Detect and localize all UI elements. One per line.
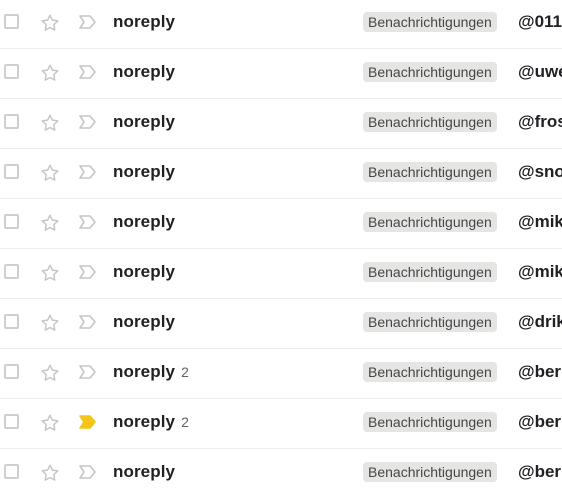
sender-name: noreply (113, 262, 181, 282)
email-subject: @mik (518, 212, 562, 231)
email-subject: @sno (518, 162, 562, 181)
thread-count: 2 (181, 364, 189, 380)
email-row[interactable]: noreply Benachrichtigungen @fros (0, 100, 562, 149)
email-row[interactable]: noreply Benachrichtigungen @drik (0, 300, 562, 349)
star-icon[interactable] (39, 112, 61, 134)
label-chip[interactable]: Benachrichtigungen (363, 312, 497, 332)
label-chip[interactable]: Benachrichtigungen (363, 462, 497, 482)
select-checkbox[interactable] (4, 14, 19, 29)
email-row[interactable]: noreply Benachrichtigungen @mik (0, 200, 562, 249)
email-row[interactable]: noreply 2 Benachrichtigungen @ber (0, 350, 562, 399)
email-row[interactable]: noreply Benachrichtigungen @ber (0, 450, 562, 497)
email-subject: @drik (518, 312, 562, 331)
important-marker-icon[interactable] (78, 114, 98, 130)
sender-name: noreply (113, 62, 181, 82)
important-marker-icon[interactable] (78, 364, 98, 380)
select-checkbox[interactable] (4, 414, 19, 429)
sender-text: noreply (113, 412, 176, 431)
select-checkbox[interactable] (4, 364, 19, 379)
email-subject: @ber (518, 412, 562, 431)
sender-text: noreply (113, 112, 176, 131)
star-icon[interactable] (39, 12, 61, 34)
sender-name: noreply (113, 462, 181, 482)
important-marker-icon[interactable] (78, 264, 98, 280)
sender-text: noreply (113, 462, 176, 481)
label-chip[interactable]: Benachrichtigungen (363, 12, 497, 32)
sender-name: noreply 2 (113, 362, 189, 382)
email-subject: @fros (518, 112, 562, 131)
email-subject: @ber (518, 362, 562, 381)
label-chip[interactable]: Benachrichtigungen (363, 262, 497, 282)
email-subject: @uwe (518, 62, 562, 81)
select-checkbox[interactable] (4, 114, 19, 129)
sender-text: noreply (113, 162, 176, 181)
select-checkbox[interactable] (4, 264, 19, 279)
label-chip[interactable]: Benachrichtigungen (363, 62, 497, 82)
email-row[interactable]: noreply Benachrichtigungen @mik (0, 250, 562, 299)
sender-name: noreply (113, 312, 181, 332)
star-icon[interactable] (39, 62, 61, 84)
email-subject: @011 (518, 12, 562, 31)
star-icon[interactable] (39, 362, 61, 384)
email-subject: @ber (518, 462, 562, 481)
email-row[interactable]: noreply Benachrichtigungen @011 (0, 0, 562, 49)
select-checkbox[interactable] (4, 314, 19, 329)
select-checkbox[interactable] (4, 214, 19, 229)
select-checkbox[interactable] (4, 164, 19, 179)
sender-text: noreply (113, 262, 176, 281)
sender-name: noreply (113, 212, 181, 232)
star-icon[interactable] (39, 312, 61, 334)
important-marker-icon[interactable] (78, 64, 98, 80)
select-checkbox[interactable] (4, 464, 19, 479)
star-icon[interactable] (39, 262, 61, 284)
star-icon[interactable] (39, 162, 61, 184)
important-marker-icon[interactable] (78, 14, 98, 30)
sender-name: noreply (113, 112, 181, 132)
sender-text: noreply (113, 12, 176, 31)
important-marker-icon[interactable] (78, 464, 98, 480)
star-icon[interactable] (39, 462, 61, 484)
email-list: noreply Benachrichtigungen @011 noreply Bena… (0, 0, 562, 497)
thread-count: 2 (181, 414, 189, 430)
email-row[interactable]: noreply Benachrichtigungen @sno (0, 150, 562, 199)
important-marker-icon[interactable] (78, 214, 98, 230)
sender-name: noreply (113, 12, 181, 32)
label-chip[interactable]: Benachrichtigungen (363, 212, 497, 232)
star-icon[interactable] (39, 212, 61, 234)
sender-name: noreply (113, 162, 181, 182)
star-icon[interactable] (39, 412, 61, 434)
important-marker-icon[interactable] (78, 164, 98, 180)
sender-text: noreply (113, 62, 176, 81)
sender-text: noreply (113, 212, 176, 231)
label-chip[interactable]: Benachrichtigungen (363, 362, 497, 382)
email-subject: @mik (518, 262, 562, 281)
sender-name: noreply 2 (113, 412, 189, 432)
important-marker-filled-icon[interactable] (78, 414, 98, 430)
important-marker-icon[interactable] (78, 314, 98, 330)
email-row[interactable]: noreply Benachrichtigungen @uwe (0, 50, 562, 99)
sender-text: noreply (113, 312, 176, 331)
sender-text: noreply (113, 362, 176, 381)
select-checkbox[interactable] (4, 64, 19, 79)
email-row[interactable]: noreply 2 Benachrichtigungen @ber (0, 400, 562, 449)
label-chip[interactable]: Benachrichtigungen (363, 162, 497, 182)
label-chip[interactable]: Benachrichtigungen (363, 112, 497, 132)
label-chip[interactable]: Benachrichtigungen (363, 412, 497, 432)
